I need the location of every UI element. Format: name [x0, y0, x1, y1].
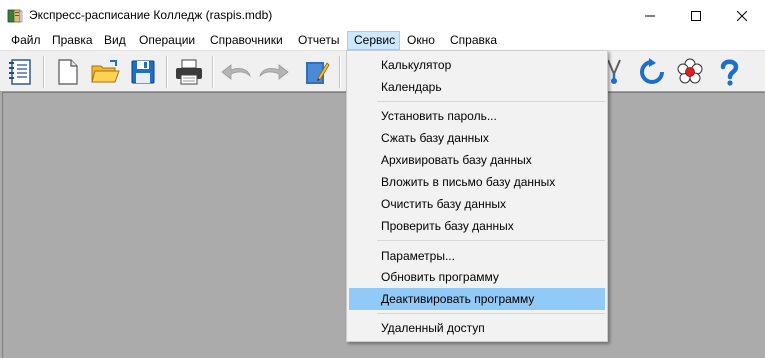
help-icon — [720, 59, 739, 86]
menu-file[interactable]: Файл — [5, 31, 47, 50]
app-book-icon — [7, 9, 23, 23]
close-button[interactable] — [719, 0, 765, 31]
menu-item-email-database[interactable]: Вложить в письмо базу данных — [349, 171, 605, 193]
edit-pencil-icon — [306, 62, 330, 84]
title-bar: Экспресс-расписание Колледж (raspis.mdb) — [0, 0, 765, 31]
menu-help[interactable]: Справка — [444, 31, 503, 50]
toolbar-undo-button[interactable] — [220, 56, 252, 88]
new-document-icon — [58, 59, 78, 85]
menu-window[interactable]: Окно — [401, 31, 441, 50]
maximize-button[interactable] — [673, 0, 719, 31]
maximize-icon — [691, 10, 701, 21]
menu-item-calculator[interactable]: Калькулятор — [349, 54, 605, 76]
menu-separator — [377, 240, 605, 241]
toolbar-separator — [43, 56, 45, 88]
toolbar-redo-button[interactable] — [258, 56, 290, 88]
flower-icon — [677, 58, 703, 84]
toolbar-help-button[interactable] — [713, 56, 745, 88]
refresh-icon — [640, 58, 664, 84]
menu-service[interactable]: Сервис — [347, 31, 400, 50]
menu-reports[interactable]: Отчеты — [292, 31, 345, 50]
menu-item-clear-database[interactable]: Очистить базу данных — [349, 193, 605, 215]
close-icon — [737, 10, 747, 21]
menu-item-set-password[interactable]: Установить пароль... — [349, 105, 605, 127]
menu-item-remote-access[interactable]: Удаленный доступ — [349, 317, 605, 339]
toolbar-notebook-button[interactable] — [4, 56, 36, 88]
notebook-icon — [9, 59, 31, 85]
toolbar-print-button[interactable] — [173, 56, 205, 88]
menu-operations[interactable]: Операции — [133, 31, 201, 50]
menu-edit[interactable]: Правка — [46, 31, 99, 50]
toolbar-separator — [339, 56, 341, 88]
menu-bar: Файл Правка Вид Операции Справочники Отч… — [0, 31, 765, 50]
menu-separator — [377, 313, 605, 314]
menu-item-archive-database[interactable]: Архивировать базу данных — [349, 149, 605, 171]
service-menu-dropdown: Калькулятор Календарь Установить пароль.… — [346, 50, 608, 342]
redo-arrow-icon — [259, 64, 289, 80]
menu-view[interactable]: Вид — [98, 31, 132, 50]
window-title: Экспресс-расписание Колледж (raspis.mdb) — [29, 8, 273, 22]
menu-separator — [377, 101, 605, 102]
toolbar-new-button[interactable] — [51, 56, 83, 88]
menu-item-update-program[interactable]: Обновить программу — [349, 266, 605, 288]
toolbar-flower-button[interactable] — [674, 56, 706, 88]
toolbar-open-button[interactable] — [89, 56, 121, 88]
menu-item-compact-database[interactable]: Сжать базу данных — [349, 127, 605, 149]
menu-item-parameters[interactable]: Параметры... — [349, 245, 605, 267]
toolbar-separator — [212, 56, 214, 88]
menu-item-deactivate-program[interactable]: Деактивировать программу — [349, 288, 605, 310]
open-folder-icon — [91, 60, 120, 83]
menu-references[interactable]: Справочники — [204, 31, 289, 50]
toolbar-separator — [166, 56, 168, 88]
minimize-button[interactable] — [627, 0, 673, 31]
toolbar-save-button[interactable] — [127, 56, 159, 88]
minimize-icon — [645, 15, 655, 16]
menu-item-check-database[interactable]: Проверить базу данных — [349, 215, 605, 237]
print-icon — [176, 59, 202, 85]
save-floppy-icon — [131, 60, 155, 84]
toolbar-edit-button[interactable] — [300, 56, 332, 88]
toolbar-refresh-button[interactable] — [636, 56, 668, 88]
undo-arrow-icon — [221, 64, 251, 80]
menu-item-calendar[interactable]: Календарь — [349, 76, 605, 98]
